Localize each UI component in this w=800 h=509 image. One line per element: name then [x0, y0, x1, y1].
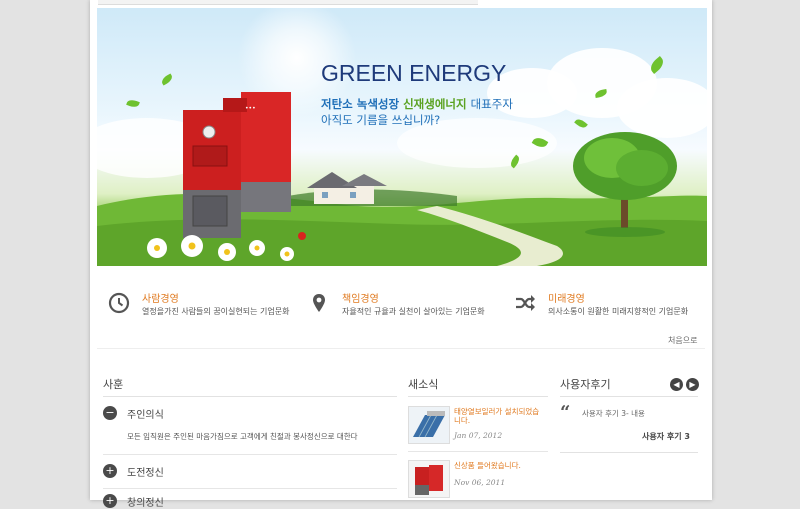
- tagline-part-2: 신재생에너지: [403, 97, 467, 111]
- news-divider: [408, 451, 548, 452]
- hero-subtitle: 아직도 기름을 쓰십니까?: [321, 113, 441, 127]
- news-thumbnail[interactable]: [408, 406, 450, 444]
- accordion-body: 모든 임직원은 주인된 마음가짐으로 고객에게 친절과 봉사정신으로 대한다: [127, 432, 358, 441]
- feature-title: 책임경영: [342, 294, 379, 305]
- feature-description: 자율적인 규율과 실천이 살아있는 기업문화: [342, 307, 485, 316]
- page-container: ••• GREEN ENERGY 저탄소 녹색성장 신재생에너지 대표주자 아직…: [90, 0, 712, 509]
- section-divider: [97, 348, 705, 349]
- plus-circle-icon[interactable]: +: [103, 494, 117, 508]
- accordion-divider: [103, 488, 397, 489]
- feature-description: 의사소통이 원활한 미래지향적인 기업문화: [548, 307, 689, 316]
- quote-icon: “: [560, 402, 571, 423]
- top-bar: [98, 0, 478, 5]
- minus-circle-icon[interactable]: −: [103, 406, 117, 420]
- svg-text:•••: •••: [245, 105, 256, 112]
- review-text: 사용자 후기 3- 내용: [582, 409, 645, 418]
- accordion-label[interactable]: 창의정신: [127, 494, 164, 509]
- tree-illustration: [573, 132, 677, 237]
- heading-underline: [408, 396, 548, 397]
- accordion-label[interactable]: 주인의식: [127, 406, 164, 421]
- chevron-right-icon[interactable]: ▶: [686, 378, 699, 391]
- chevron-left-icon[interactable]: ◀: [670, 378, 683, 391]
- hero-banner: ••• GREEN ENERGY 저탄소 녹색성장 신재생에너지 대표주자 아직…: [97, 8, 707, 266]
- review-divider: [560, 452, 698, 453]
- house-illustration: [307, 172, 387, 204]
- news-date: Jan 07, 2012: [454, 431, 503, 440]
- shuffle-icon: [516, 295, 535, 311]
- news-thumbnail[interactable]: [408, 460, 450, 498]
- news-heading: 새소식: [408, 378, 439, 391]
- review-author: 사용자 후기 3: [642, 432, 690, 441]
- company-motto-heading: 사훈: [103, 378, 124, 391]
- accordion-divider: [103, 454, 397, 455]
- boiler-product-image: •••: [183, 92, 291, 238]
- reviews-heading: 사용자후기: [560, 378, 611, 391]
- back-to-top-link[interactable]: 처음으로: [668, 335, 697, 346]
- solar-panel-image: [409, 407, 449, 443]
- boiler-thumbnail-image: [409, 461, 449, 497]
- clock-icon: [108, 292, 130, 314]
- news-date: Nov 06, 2011: [454, 478, 506, 487]
- heading-underline: [103, 396, 397, 397]
- feature-title: 사람경영: [142, 294, 179, 305]
- daisy-flowers: [147, 232, 306, 261]
- leaf-decoration: [160, 73, 174, 86]
- news-title[interactable]: 신상품 들어왔습니다.: [454, 461, 546, 470]
- leaf-decoration: [126, 98, 140, 109]
- accordion-label[interactable]: 도전정신: [127, 464, 164, 479]
- tagline-part-1: 저탄소 녹색성장: [321, 97, 400, 111]
- heading-underline: [560, 396, 698, 397]
- feature-title: 미래경영: [548, 294, 585, 305]
- hero-tagline: 저탄소 녹색성장 신재생에너지 대표주자: [321, 96, 513, 112]
- feature-description: 열정을가진 사람들의 꿈이실현되는 기업문화: [142, 307, 290, 316]
- tagline-part-3: 대표주자: [470, 97, 513, 111]
- news-title[interactable]: 태양열보일러가 설치되었습니다.: [454, 407, 546, 425]
- hero-title: GREEN ENERGY: [321, 60, 507, 86]
- plus-circle-icon[interactable]: +: [103, 464, 117, 478]
- location-pin-icon: [313, 294, 325, 312]
